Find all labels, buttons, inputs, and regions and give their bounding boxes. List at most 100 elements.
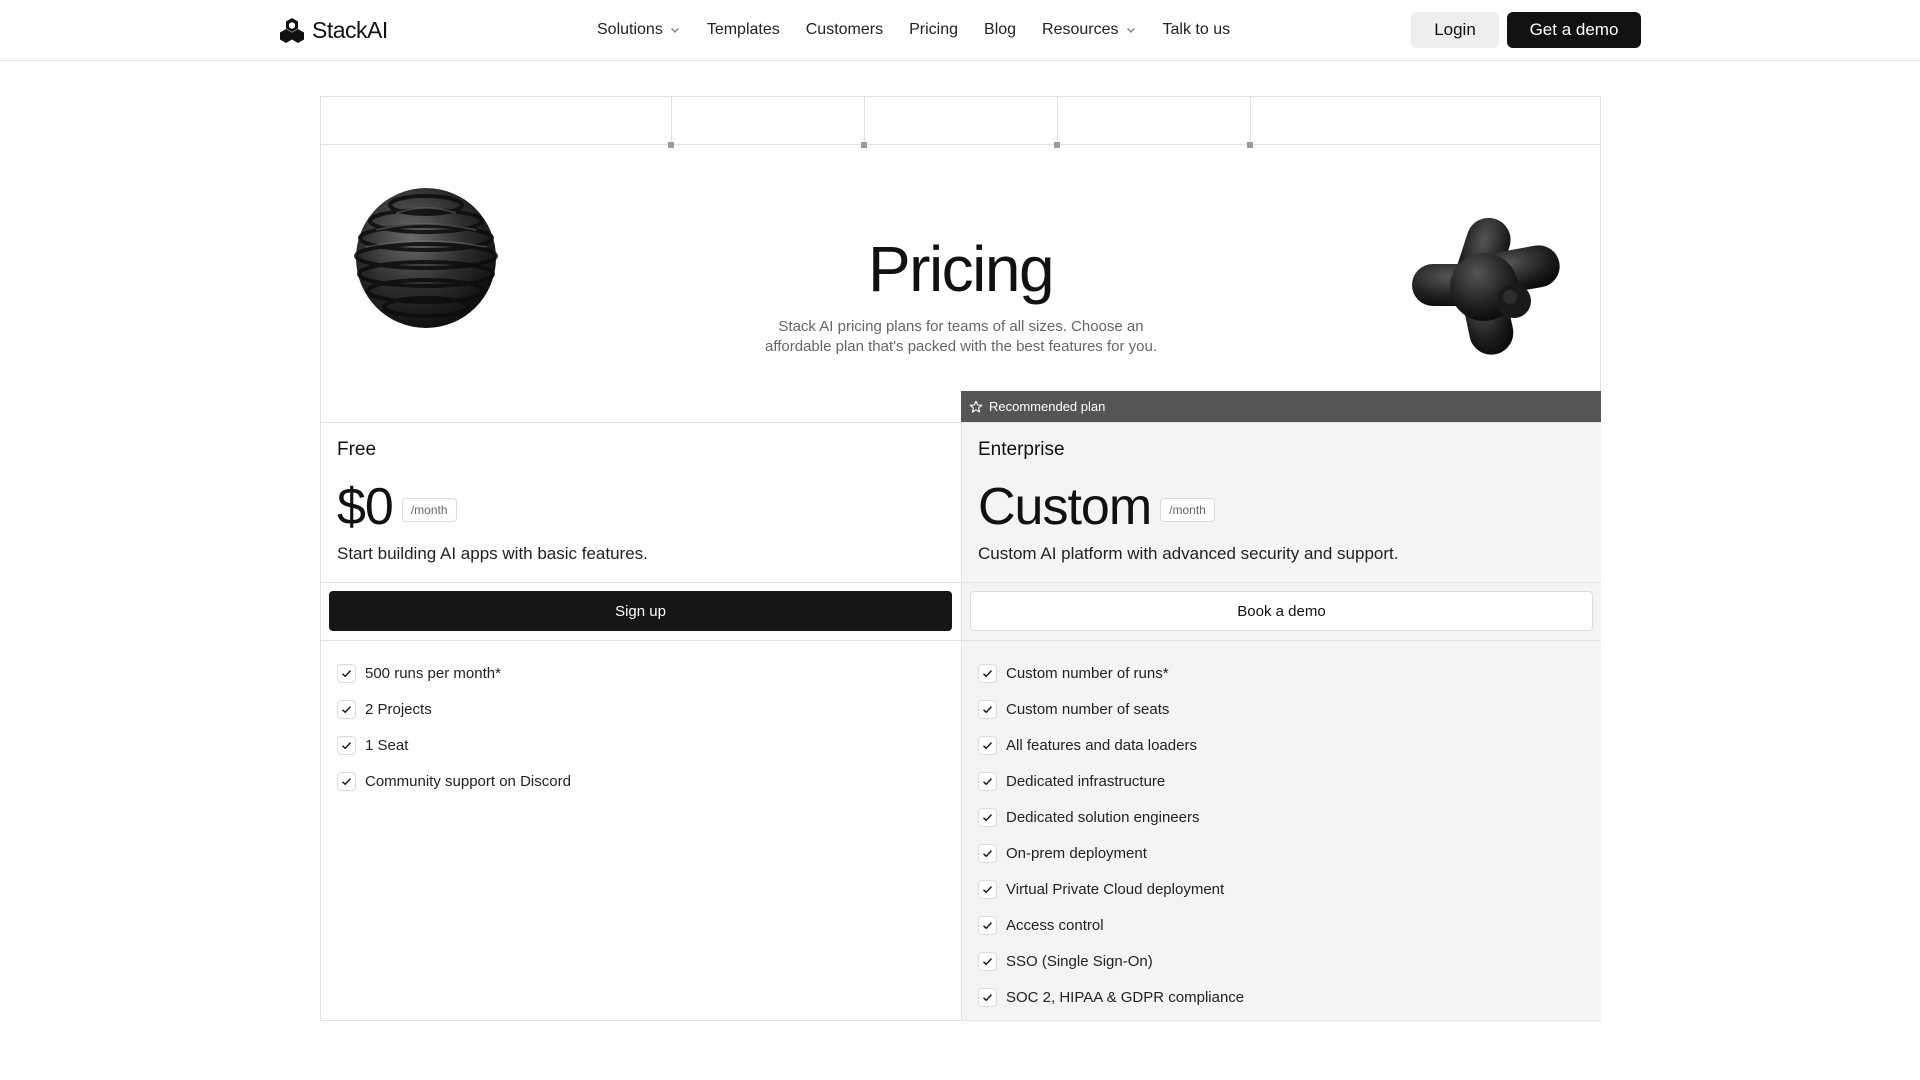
band-marker [1247, 142, 1253, 148]
checkmark-icon [337, 663, 356, 683]
divider [321, 640, 961, 641]
feature-item: Dedicated infrastructure [978, 763, 1244, 799]
band-marker [668, 142, 674, 148]
decorative-top-band [321, 97, 1600, 145]
feature-item: Access control [978, 907, 1244, 943]
checkmark-icon [978, 735, 997, 755]
feature-label: Community support on Discord [365, 772, 571, 790]
feature-item: Custom number of seats [978, 691, 1244, 727]
nav-pricing-label: Pricing [909, 21, 959, 38]
nav-blog-label: Blog [984, 21, 1017, 38]
nav-resources[interactable]: Resources [1042, 19, 1136, 41]
feature-label: Access control [1006, 916, 1104, 934]
checkmark-icon [978, 807, 997, 827]
checkmark-icon [337, 699, 356, 719]
feature-item: SOC 2, HIPAA & GDPR compliance [978, 979, 1244, 1015]
plan-name: Enterprise [978, 439, 1065, 460]
nav-solutions[interactable]: Solutions [597, 19, 681, 41]
nav-talk-to-us-label: Talk to us [1162, 21, 1231, 38]
divider [321, 582, 961, 583]
plan-price: $0 [337, 478, 394, 536]
feature-label: Custom number of runs* [1006, 664, 1169, 682]
nav-templates[interactable]: Templates [707, 19, 780, 41]
feature-label: Virtual Private Cloud deployment [1006, 880, 1225, 898]
brand-logo[interactable]: StackAI [278, 16, 388, 44]
divider [962, 582, 1601, 583]
sign-up-button[interactable]: Sign up [329, 591, 952, 631]
checkmark-icon [978, 879, 997, 899]
brand-name: StackAI [312, 16, 388, 43]
chevron-down-icon [1126, 28, 1135, 33]
feature-list: Custom number of runs* Custom number of … [978, 655, 1244, 1015]
plan-description: Start building AI apps with basic featur… [337, 544, 648, 563]
checkmark-icon [978, 699, 997, 719]
price-period-badge: /month [401, 498, 457, 522]
feature-list: 500 runs per month* 2 Projects 1 Seat Co… [337, 655, 571, 799]
book-a-demo-button[interactable]: Book a demo [970, 591, 1593, 631]
feature-item: On-prem deployment [978, 835, 1244, 871]
recommended-plan-label: Recommended plan [989, 399, 1106, 414]
feature-label: SOC 2, HIPAA & GDPR compliance [1006, 988, 1245, 1006]
nav-customers[interactable]: Customers [806, 19, 883, 41]
feature-label: All features and data loaders [1006, 736, 1197, 754]
stackai-logo-icon [280, 18, 304, 43]
nav-customers-label: Customers [805, 21, 884, 38]
feature-item: All features and data loaders [978, 727, 1244, 763]
nav-resources-label: Resources [1042, 21, 1119, 38]
main-nav: Solutions Templates Customers Pricing Bl… [597, 19, 1230, 41]
feature-item: Dedicated solution engineers [978, 799, 1244, 835]
feature-label: Dedicated infrastructure [1006, 772, 1166, 790]
nav-solutions-label: Solutions [597, 21, 663, 38]
page-subtitle: Stack AI pricing plans for teams of all … [765, 318, 1157, 355]
feature-item: Community support on Discord [337, 763, 571, 799]
page-title: Pricing [867, 233, 1055, 305]
plan-card-enterprise: Enterprise Custom /month Custom AI platf… [961, 423, 1601, 1020]
band-divider [671, 97, 672, 145]
band-marker [861, 142, 867, 148]
band-divider [864, 97, 865, 145]
price-row: $0 /month [337, 477, 457, 537]
checkmark-icon [978, 987, 997, 1007]
plan-name: Free [337, 439, 377, 460]
plan-description: Custom AI platform with advanced securit… [978, 544, 1399, 563]
feature-item: 500 runs per month* [337, 655, 571, 691]
checkmark-icon [337, 771, 356, 791]
nav-templates-label: Templates [706, 21, 780, 38]
band-marker [1054, 142, 1060, 148]
feature-item: 2 Projects [337, 691, 571, 727]
feature-item: SSO (Single Sign-On) [978, 943, 1244, 979]
feature-label: 500 runs per month* [365, 664, 501, 682]
nav-pricing[interactable]: Pricing [909, 19, 958, 41]
nav-talk-to-us[interactable]: Talk to us [1163, 19, 1231, 41]
feature-label: Dedicated solution engineers [1006, 808, 1200, 826]
feature-label: Custom number of seats [1006, 700, 1170, 718]
feature-label: On-prem deployment [1006, 844, 1147, 862]
checkmark-icon [978, 771, 997, 791]
checkmark-icon [978, 663, 997, 683]
checkmark-icon [337, 735, 356, 755]
feature-label: 2 Projects [365, 700, 432, 718]
nav-blog[interactable]: Blog [984, 19, 1016, 41]
divider [962, 640, 1601, 641]
plan-price: Custom [978, 478, 1152, 536]
star-icon [969, 400, 983, 413]
login-button[interactable]: Login [1411, 12, 1499, 48]
band-divider [1250, 97, 1251, 145]
plan-card-free: Free $0 /month Start building AI apps wi… [321, 423, 961, 1020]
checkmark-icon [978, 915, 997, 935]
chevron-down-icon [670, 28, 679, 33]
recommended-plan-banner: Recommended plan [961, 391, 1601, 422]
price-row: Custom /month [978, 477, 1215, 537]
site-header: StackAI Solutions Templates Customers Pr… [0, 0, 1920, 61]
feature-label: SSO (Single Sign-On) [1006, 952, 1153, 970]
checkmark-icon [978, 843, 997, 863]
price-period-badge: /month [1160, 498, 1215, 522]
feature-item: Custom number of runs* [978, 655, 1244, 691]
get-a-demo-button[interactable]: Get a demo [1507, 12, 1641, 48]
feature-item: Virtual Private Cloud deployment [978, 871, 1244, 907]
pricing-frame: Pricing Stack AI pricing plans for teams… [320, 96, 1601, 1021]
checkmark-icon [978, 951, 997, 971]
feature-item: 1 Seat [337, 727, 571, 763]
feature-label: 1 Seat [365, 736, 409, 754]
band-divider [1057, 97, 1058, 145]
